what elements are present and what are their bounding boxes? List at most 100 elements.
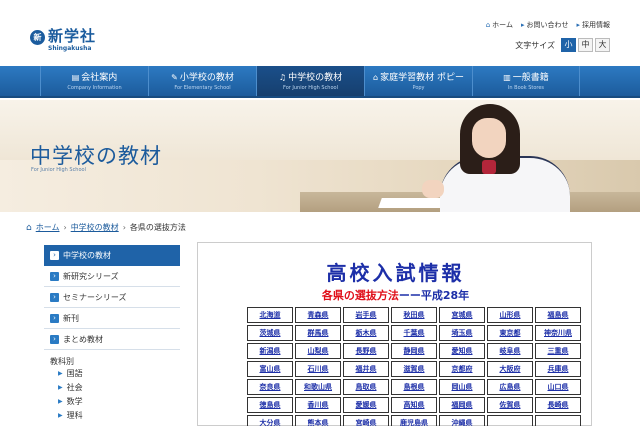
prefecture-link[interactable]: 群馬県 (295, 325, 341, 341)
font-size-label: 文字サイズ (515, 40, 555, 50)
prefecture-link[interactable]: 栃木県 (343, 325, 389, 341)
breadcrumb-parent-link[interactable]: 中学校の教材 (71, 222, 119, 233)
table-row: 徳島県 香川県 愛媛県 高知県 福岡県 佐賀県 長崎県 (247, 397, 581, 413)
prefecture-link[interactable]: 和歌山県 (295, 379, 341, 395)
site-logo[interactable]: 新 新学社 Shingakusha (30, 28, 96, 53)
prefecture-link[interactable]: 熊本県 (295, 415, 341, 426)
nav-sub: Company Information (67, 85, 122, 91)
sidebar-subject-social[interactable]: ▶ 社会 (44, 381, 180, 395)
table-row: 北海道 青森県 岩手県 秋田県 宮城県 山形県 福島県 (247, 307, 581, 323)
prefecture-link[interactable]: 秋田県 (391, 307, 437, 323)
nav-label-row: ✎ 小学校の教材 (149, 72, 256, 84)
subtitle-red: 各県の選抜方法 (321, 289, 399, 302)
util-link-recruit[interactable]: ▸ 採用情報 (576, 20, 610, 30)
prefecture-link[interactable]: 長崎県 (535, 397, 581, 413)
nav-item-company[interactable]: ▤ 会社案内 Company Information (40, 66, 148, 96)
util-link-label: ホーム (492, 21, 513, 29)
prefecture-link[interactable]: 愛媛県 (343, 397, 389, 413)
prefecture-link[interactable]: 大阪府 (487, 361, 533, 377)
sidebar-subject-label: 国語 (66, 369, 83, 378)
sidebar-subject-label: 社会 (66, 383, 83, 392)
prefecture-link[interactable]: 鳥取県 (343, 379, 389, 395)
prefecture-link[interactable]: 兵庫県 (535, 361, 581, 377)
prefecture-link[interactable]: 北海道 (247, 307, 293, 323)
prefecture-link[interactable]: 高知県 (391, 397, 437, 413)
prefecture-link[interactable]: 新潟県 (247, 343, 293, 359)
prefecture-link[interactable]: 島根県 (391, 379, 437, 395)
arrow-icon: ▸ (576, 21, 580, 29)
nav-item-books[interactable]: ▥ 一般書籍 In Book Stores (472, 66, 580, 96)
sidebar-group-label: 教科別 (50, 357, 74, 366)
logo-jp: 新学社 (48, 27, 97, 45)
prefecture-link[interactable]: 山形県 (487, 307, 533, 323)
font-size-large-button[interactable]: 大 (595, 38, 610, 52)
breadcrumb-home-link[interactable]: ホーム (36, 222, 60, 233)
sidebar-item-summary[interactable]: › まとめ教材 (44, 329, 180, 350)
prefecture-table: 北海道 青森県 岩手県 秋田県 宮城県 山形県 福島県 茨城県 群馬県 栃木県 千葉県 埼玉県 東京都神… (245, 305, 583, 426)
font-size-medium-button[interactable]: 中 (578, 38, 593, 52)
prefecture-link[interactable]: 長野県 (343, 343, 389, 359)
sidebar-subject-science[interactable]: ▶ 理科 (44, 409, 180, 423)
prefecture-link[interactable]: 青森県 (295, 307, 341, 323)
sidebar-item-shinkenkyu[interactable]: › 新研究シリーズ (44, 266, 180, 287)
prefecture-link[interactable]: 茨城県 (247, 325, 293, 341)
hero-banner: 中学校の教材 For Junior High School (0, 100, 640, 212)
nav-label-row: ▥ 一般書籍 (473, 72, 579, 84)
prefecture-link[interactable]: 沖縄県 (439, 415, 485, 426)
triangle-right-icon: ▶ (58, 412, 63, 419)
prefecture-link[interactable]: 滋賀県 (391, 361, 437, 377)
prefecture-link[interactable]: 静岡県 (391, 343, 437, 359)
table-row: 大分県 熊本県 宮崎県 鹿児島県 沖縄県 (247, 415, 581, 426)
table-row: 奈良県 和歌山県 鳥取県 島根県 岡山県 広島県 山口県 (247, 379, 581, 395)
nav-label: 一般書籍 (512, 73, 549, 83)
prefecture-link[interactable]: 宮崎県 (343, 415, 389, 426)
nav-label-row: ▤ 会社案内 (41, 72, 148, 84)
sidebar-heading[interactable]: › 中学校の教材 (44, 245, 180, 266)
util-link-contact[interactable]: ▸ お問い合わせ (521, 20, 569, 30)
prefecture-link[interactable]: 京都府 (439, 361, 485, 377)
site-header: 新 新学社 Shingakusha ⌂ ホーム ▸ お問い合わせ ▸ 採用情報 … (0, 0, 640, 66)
breadcrumb: ⌂ ホーム › 中学校の教材 › 各県の選抜方法 (26, 222, 186, 233)
prefecture-link[interactable]: 奈良県 (247, 379, 293, 395)
prefecture-link[interactable]: 大分県 (247, 415, 293, 426)
nav-item-popy[interactable]: ⌂ 家庭学習教材 ポピー Popy (364, 66, 472, 96)
prefecture-link[interactable]: 三重県 (535, 343, 581, 359)
chevron-right-icon: › (122, 223, 126, 232)
breadcrumb-current: 各県の選抜方法 (129, 223, 186, 232)
prefecture-link[interactable]: 埼玉県 (439, 325, 485, 341)
prefecture-link[interactable]: 徳島県 (247, 397, 293, 413)
prefecture-link[interactable]: 岩手県 (343, 307, 389, 323)
prefecture-link[interactable]: 広島県 (487, 379, 533, 395)
table-row: 新潟県 山梨県 長野県 静岡県 愛知県 岐阜県 三重県 (247, 343, 581, 359)
sidebar-item-label: 新刊 (63, 313, 79, 323)
prefecture-link[interactable]: 東京都 (487, 325, 533, 341)
prefecture-link[interactable]: 香川県 (295, 397, 341, 413)
prefecture-link[interactable]: 佐賀県 (487, 397, 533, 413)
sidebar-item-seminar[interactable]: › セミナーシリーズ (44, 287, 180, 308)
prefecture-link[interactable]: 千葉県 (391, 325, 437, 341)
nav-item-elementary[interactable]: ✎ 小学校の教材 For Elementary School (148, 66, 256, 96)
util-link-home[interactable]: ⌂ ホーム (486, 20, 513, 30)
prefecture-link[interactable]: 愛知県 (439, 343, 485, 359)
prefecture-link[interactable]: 鹿児島県 (391, 415, 437, 426)
prefecture-link[interactable]: 石川県 (295, 361, 341, 377)
sidebar-subject-label: 数学 (66, 397, 83, 406)
prefecture-link[interactable]: 福井県 (343, 361, 389, 377)
prefecture-link[interactable]: 山梨県 (295, 343, 341, 359)
prefecture-link[interactable]: 岐阜県 (487, 343, 533, 359)
sidebar-subject-japanese[interactable]: ▶ 国語 (44, 367, 180, 381)
prefecture-link[interactable]: 岡山県 (439, 379, 485, 395)
sidebar-item-new[interactable]: › 新刊 (44, 308, 180, 329)
prefecture-link[interactable]: 富山県 (247, 361, 293, 377)
prefecture-link[interactable]: 福島県 (535, 307, 581, 323)
prefecture-link[interactable]: 神奈川県 (535, 325, 581, 341)
exam-info-title: 高校入試情報 (326, 261, 465, 285)
nav-item-junior-high[interactable]: ♫ 中学校の教材 For Junior High School (256, 66, 364, 96)
prefecture-link[interactable]: 山口県 (535, 379, 581, 395)
font-size-small-button[interactable]: 小 (561, 38, 576, 52)
triangle-right-icon: ▶ (58, 370, 63, 377)
prefecture-link[interactable]: 福岡県 (439, 397, 485, 413)
sidebar-subject-math[interactable]: ▶ 数学 (44, 395, 180, 409)
nav-label: 小学校の教材 (179, 73, 234, 83)
prefecture-link[interactable]: 宮城県 (439, 307, 485, 323)
